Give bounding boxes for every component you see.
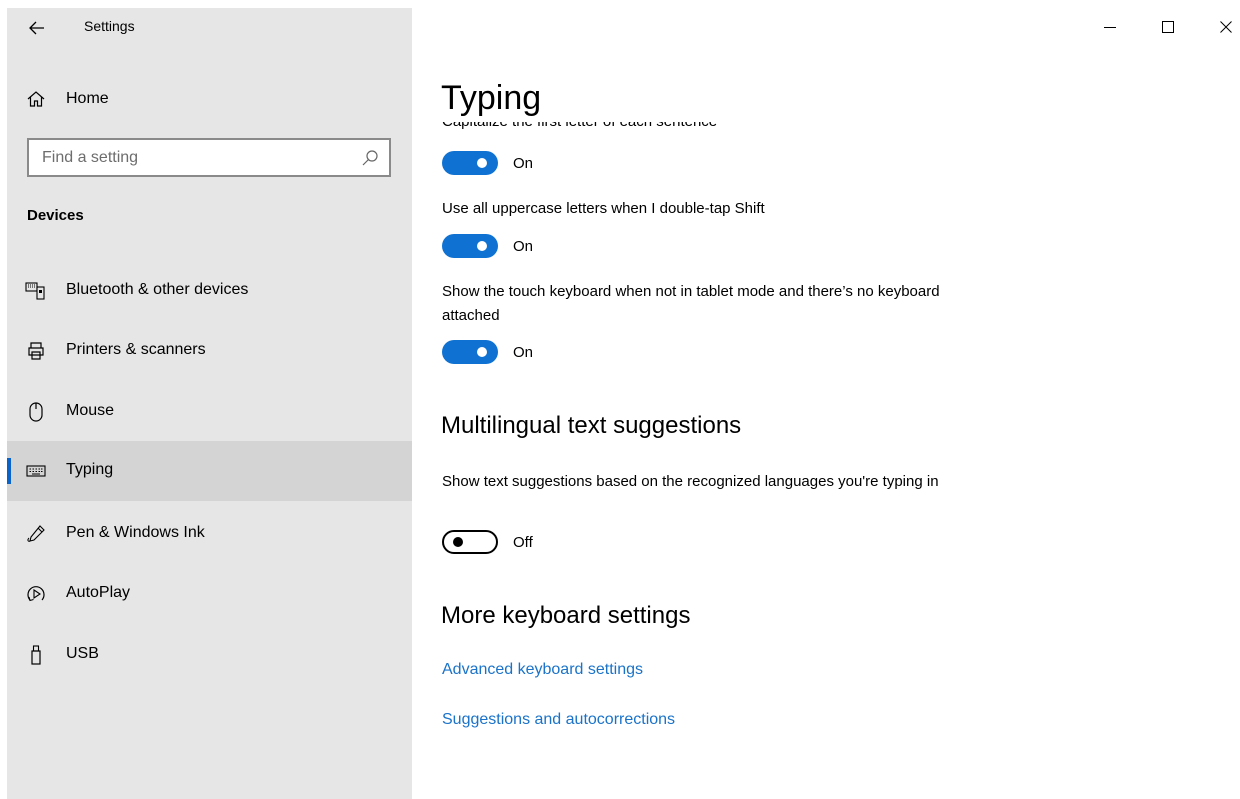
search-icon	[362, 150, 378, 166]
sidebar-item-label: Mouse	[66, 402, 115, 419]
sidebar-item-pen[interactable]: Pen & Windows Ink	[7, 504, 412, 564]
keyboard-icon	[25, 460, 47, 482]
search-placeholder: Find a setting	[42, 149, 139, 166]
maximize-icon	[1162, 21, 1174, 33]
autoplay-icon	[25, 583, 47, 605]
multilingual-toggle[interactable]	[442, 530, 498, 554]
toggle-knob	[477, 158, 487, 168]
sidebar-item-autoplay[interactable]: AutoPlay	[7, 564, 412, 624]
page-title: Typing	[441, 79, 542, 117]
capitalize-toggle[interactable]	[442, 151, 498, 175]
pen-icon	[25, 523, 47, 545]
sidebar-item-typing[interactable]: Typing	[7, 441, 412, 501]
toggle-state: On	[513, 344, 534, 361]
sidebar-item-label: Pen & Windows Ink	[66, 524, 205, 541]
home-icon	[27, 91, 45, 107]
printer-icon	[25, 340, 47, 362]
uppercase-toggle[interactable]	[442, 234, 498, 258]
bluetooth-devices-icon	[25, 280, 47, 302]
sidebar-item-usb[interactable]: USB	[7, 625, 412, 685]
toggle-knob	[453, 537, 463, 547]
toggle-state: On	[513, 155, 534, 172]
sidebar-item-label: Home	[66, 90, 109, 107]
sidebar-item-printers[interactable]: Printers & scanners	[7, 321, 412, 381]
sidebar-item-label: Printers & scanners	[66, 341, 206, 358]
sidebar-item-home[interactable]: Home	[7, 76, 412, 122]
touch-keyboard-setting-label: Show the touch keyboard when not in tabl…	[442, 283, 940, 324]
maximize-button[interactable]	[1153, 12, 1183, 42]
suggestions-autocorrections-link[interactable]: Suggestions and autocorrections	[442, 711, 675, 729]
multilingual-heading: Multilingual text suggestions	[441, 412, 742, 439]
title-bar: Settings	[7, 8, 412, 48]
sidebar-item-label: AutoPlay	[66, 584, 131, 601]
close-icon	[1220, 21, 1232, 33]
toggle-state: On	[513, 238, 534, 255]
more-keyboard-heading: More keyboard settings	[441, 602, 691, 629]
advanced-keyboard-settings-link[interactable]: Advanced keyboard settings	[442, 661, 643, 679]
sidebar-item-mouse[interactable]: Mouse	[7, 382, 412, 442]
toggle-knob	[477, 241, 487, 251]
usb-icon	[25, 644, 47, 666]
sidebar-item-label: USB	[66, 645, 99, 662]
uppercase-setting-label: Use all uppercase letters when I double-…	[442, 200, 765, 217]
multilingual-setting-label: Show text suggestions based on the recog…	[442, 473, 939, 490]
sidebar-item-bluetooth[interactable]: Bluetooth & other devices	[7, 261, 412, 321]
close-button[interactable]	[1211, 12, 1240, 42]
toggle-state: Off	[513, 534, 533, 551]
search-input[interactable]: Find a setting	[27, 138, 391, 177]
minimize-button[interactable]	[1095, 12, 1125, 42]
capitalize-setting-label: Capitalize the first letter of each sent…	[442, 122, 962, 135]
sidebar-item-label: Typing	[66, 461, 114, 478]
sidebar-item-label: Bluetooth & other devices	[66, 281, 249, 298]
touch-keyboard-toggle[interactable]	[442, 340, 498, 364]
minimize-icon	[1104, 27, 1116, 28]
arrow-left-icon	[29, 21, 44, 35]
app-title: Settings	[84, 18, 135, 34]
mouse-icon	[25, 401, 47, 423]
back-button[interactable]	[25, 16, 49, 40]
sidebar: Settings Home Find a setting Devices Blu…	[7, 8, 412, 799]
section-title: Devices	[27, 207, 84, 224]
toggle-knob	[477, 347, 487, 357]
